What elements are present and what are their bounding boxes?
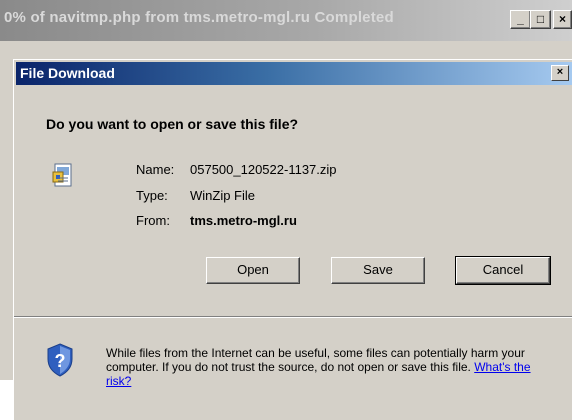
zip-file-icon [52,163,72,187]
security-warning: While files from the Internet can be use… [106,346,556,388]
background-window-title: 0% of navitmp.php from tms.metro-mgl.ru … [4,9,394,26]
security-warning-text: While files from the Internet can be use… [106,346,525,374]
file-name-row: Name: 057500_120522-1137.zip [136,162,337,177]
file-type-row: Type: WinZip File [136,188,255,203]
dialog-question: Do you want to open or save this file? [46,116,299,132]
file-name-label: Name: [136,162,175,177]
file-source-value: tms.metro-mgl.ru [190,213,297,228]
save-button[interactable]: Save [331,257,425,284]
dialog-title: File Download [20,65,115,81]
dialog-close-button[interactable]: × [551,65,569,81]
file-type-label: Type: [136,188,168,203]
file-type-value: WinZip File [190,188,256,203]
maximize-button[interactable]: □ [530,10,551,29]
shield-question-icon: ? [47,343,73,377]
background-titlebar: 0% of navitmp.php from tms.metro-mgl.ru … [0,0,572,41]
background-close-button[interactable]: × [553,10,572,29]
open-button[interactable]: Open [206,257,300,284]
divider [14,316,572,318]
file-source-row: From: tms.metro-mgl.ru [136,213,297,228]
svg-text:?: ? [55,351,66,371]
dialog-titlebar[interactable]: File Download × [16,62,572,85]
minimize-button[interactable]: _ [510,10,531,29]
file-name-value: 057500_120522-1137.zip [190,162,337,177]
file-download-dialog: File Download × Do you want to open or s… [13,59,572,420]
file-source-label: From: [136,213,170,228]
cancel-button[interactable]: Cancel [455,256,551,285]
